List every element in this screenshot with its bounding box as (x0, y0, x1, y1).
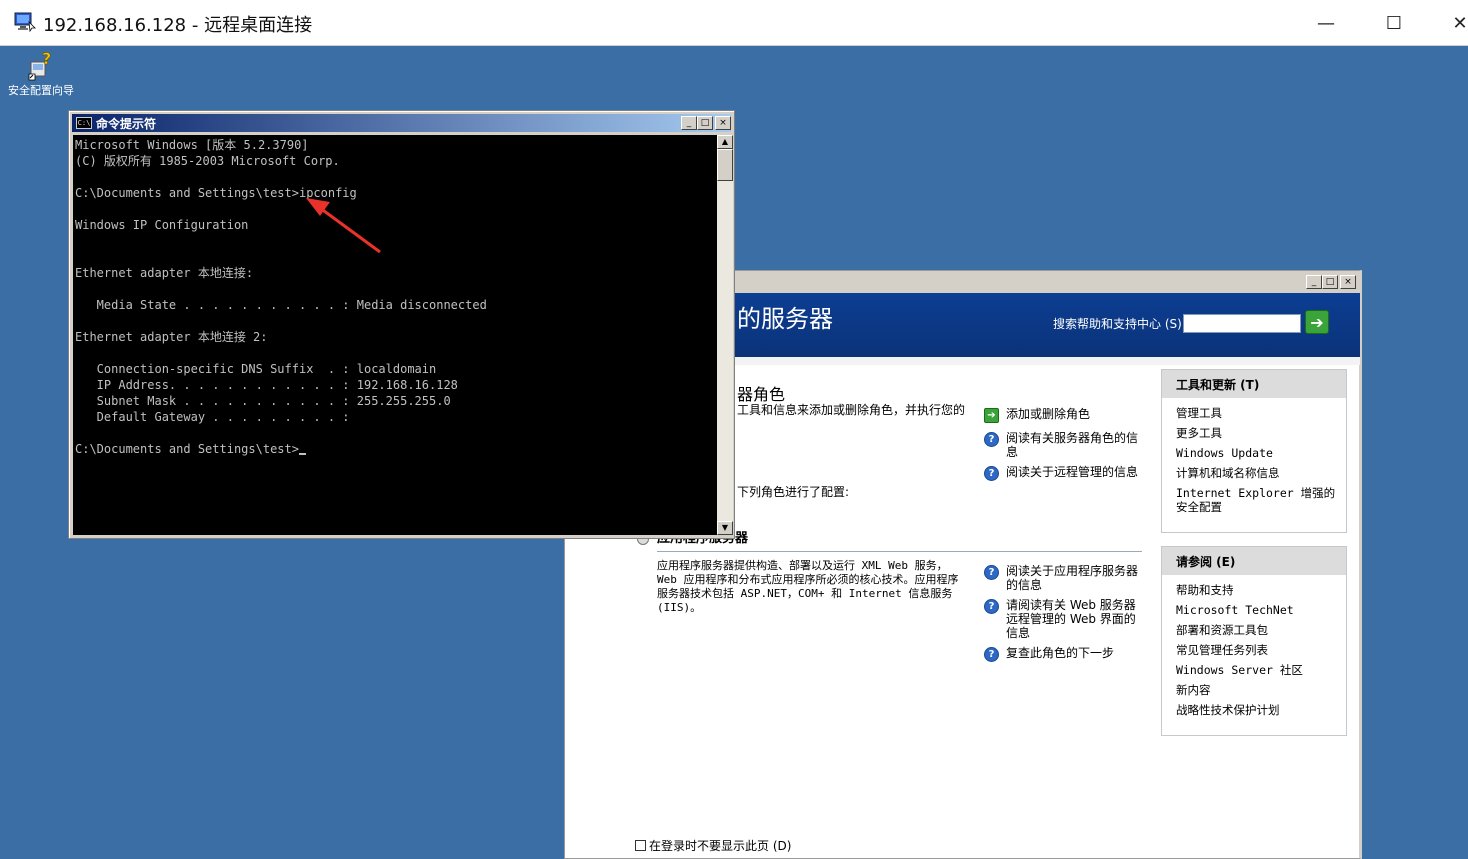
minimize-button[interactable]: — (1306, 8, 1346, 38)
sidebar-item-security-program[interactable]: 战略性技术保护计划 (1176, 703, 1346, 717)
cmd-minimize-button[interactable]: _ (681, 116, 697, 130)
console-line: Subnet Mask . . . . . . . . . . . : 255.… (75, 394, 451, 408)
help-icon: ? (984, 432, 999, 447)
action-label: 复查此角色的下一步 (1006, 646, 1115, 660)
console-line: Ethernet adapter 本地连接: (75, 266, 254, 280)
cmd-titlebar: C:\ 命令提示符 _ □ × (72, 114, 731, 132)
sidebar-item-admin-tools[interactable]: 管理工具 (1176, 406, 1346, 420)
checkbox-box[interactable] (635, 840, 646, 851)
help-icon: ? (984, 647, 999, 662)
roles-description: 工具和信息来添加或删除角色，并执行您的 (737, 403, 966, 417)
console-line: Microsoft Windows [版本 5.2.3790] (75, 138, 309, 152)
console-line: C:\Documents and Settings\test>ipconfig (75, 186, 357, 200)
help-icon: ? (984, 599, 999, 614)
help-search-input[interactable] (1183, 314, 1301, 333)
annotation-arrow-icon (306, 198, 381, 254)
wizard-icon: ? (25, 49, 57, 82)
action-label: 阅读关于应用程序服务器的信息 (1006, 564, 1139, 592)
cmd-maximize-button[interactable]: □ (697, 116, 713, 130)
sidebar-item-windows-update[interactable]: Windows Update (1176, 446, 1346, 460)
sidebar-item-more-tools[interactable]: 更多工具 (1176, 426, 1346, 440)
maximize-button[interactable]: ☐ (1374, 8, 1414, 38)
see-also-heading: 请参阅 (E) (1162, 547, 1346, 575)
console-output: Microsoft Windows [版本 5.2.3790] (C) 版权所有 … (73, 135, 717, 457)
dont-show-checkbox[interactable]: 在登录时不要显示此页 (D) (635, 837, 791, 854)
console-line: IP Address. . . . . . . . . . . . : 192.… (75, 378, 458, 392)
manage-server-close-button[interactable]: × (1340, 275, 1356, 289)
cmd-close-button[interactable]: × (715, 116, 731, 130)
action-label: 阅读关于远程管理的信息 (1006, 465, 1139, 479)
sidebar-item-whats-new[interactable]: 新内容 (1176, 683, 1346, 697)
console-line: Media State . . . . . . . . . . . : Medi… (75, 298, 487, 312)
action-label: 阅读有关服务器角色的信息 (1006, 431, 1139, 459)
role-description: 应用程序服务器提供构造、部署以及运行 XML Web 服务，Web 应用程序和分… (657, 559, 959, 614)
text-cursor (298, 453, 306, 455)
cmd-title: 命令提示符 (96, 117, 157, 131)
see-also-panel: 请参阅 (E) 帮助和支持 Microsoft TechNet 部署和资源工具包… (1161, 546, 1347, 736)
remote-desktop-icon (14, 12, 36, 33)
action-label: 请阅读有关 Web 服务器远程管理的 Web 界面的信息 (1006, 598, 1136, 640)
sidebar-item-common-tasks[interactable]: 常见管理任务列表 (1176, 643, 1346, 657)
command-prompt-window: C:\ 命令提示符 _ □ × Microsoft Windows [版本 5.… (68, 110, 735, 539)
cmd-scrollbar[interactable]: ▲ ▼ (717, 135, 733, 535)
close-button[interactable]: ✕ (1440, 8, 1468, 38)
action-label: 添加或删除角色 (1006, 407, 1091, 421)
role-separator (657, 551, 1142, 552)
banner-title: 的服务器 (737, 305, 833, 333)
search-label: 搜索帮助和支持中心 (S) (1053, 317, 1182, 331)
manage-server-maximize-button[interactable]: □ (1322, 275, 1338, 289)
console-line: Windows IP Configuration (75, 218, 249, 232)
help-icon: ? (984, 565, 999, 580)
arrow-icon: ➔ (984, 408, 999, 423)
console-line: Default Gateway . . . . . . . . . : (75, 410, 350, 424)
cmd-icon: C:\ (76, 117, 92, 129)
console-line: C:\Documents and Settings\test> (75, 441, 717, 457)
console-line: (C) 版权所有 1985-2003 Microsoft Corp. (75, 154, 340, 168)
console-line: Connection-specific DNS Suffix . : local… (75, 362, 437, 376)
sidebar-item-computer-domain-info[interactable]: 计算机和域名称信息 (1176, 466, 1346, 480)
roles-configured-text: 下列角色进行了配置: (737, 485, 850, 499)
sidebar-item-technet[interactable]: Microsoft TechNet (1176, 603, 1346, 617)
security-config-wizard-shortcut[interactable]: ? 安全配置向导 (4, 49, 78, 98)
search-go-button[interactable]: ➔ (1305, 310, 1329, 334)
scroll-up-button[interactable]: ▲ (717, 135, 733, 149)
console-line: Ethernet adapter 本地连接 2: (75, 330, 268, 344)
scroll-down-button[interactable]: ▼ (717, 521, 733, 535)
sidebar-item-help-support[interactable]: 帮助和支持 (1176, 583, 1346, 597)
sidebar-item-resource-kit[interactable]: 部署和资源工具包 (1176, 623, 1346, 637)
tools-updates-panel: 工具和更新 (T) 管理工具 更多工具 Windows Update 计算机和域… (1161, 369, 1347, 533)
sidebar-item-server-community[interactable]: Windows Server 社区 (1176, 663, 1346, 677)
cmd-console[interactable]: Microsoft Windows [版本 5.2.3790] (C) 版权所有 … (73, 135, 717, 535)
scroll-thumb[interactable] (717, 149, 733, 181)
checkbox-label: 在登录时不要显示此页 (D) (649, 839, 792, 853)
rdp-titlebar: 192.168.16.128 - 远程桌面连接 — ☐ ✕ (0, 0, 1468, 46)
window-title: 192.168.16.128 - 远程桌面连接 (43, 15, 313, 36)
tools-updates-heading: 工具和更新 (T) (1162, 370, 1346, 398)
svg-text:?: ? (42, 50, 51, 68)
sidebar-item-ie-security-config[interactable]: Internet Explorer 增强的安全配置 (1176, 486, 1346, 514)
help-icon: ? (984, 466, 999, 481)
manage-server-minimize-button[interactable]: _ (1306, 275, 1322, 289)
shortcut-label: 安全配置向导 (8, 84, 74, 97)
